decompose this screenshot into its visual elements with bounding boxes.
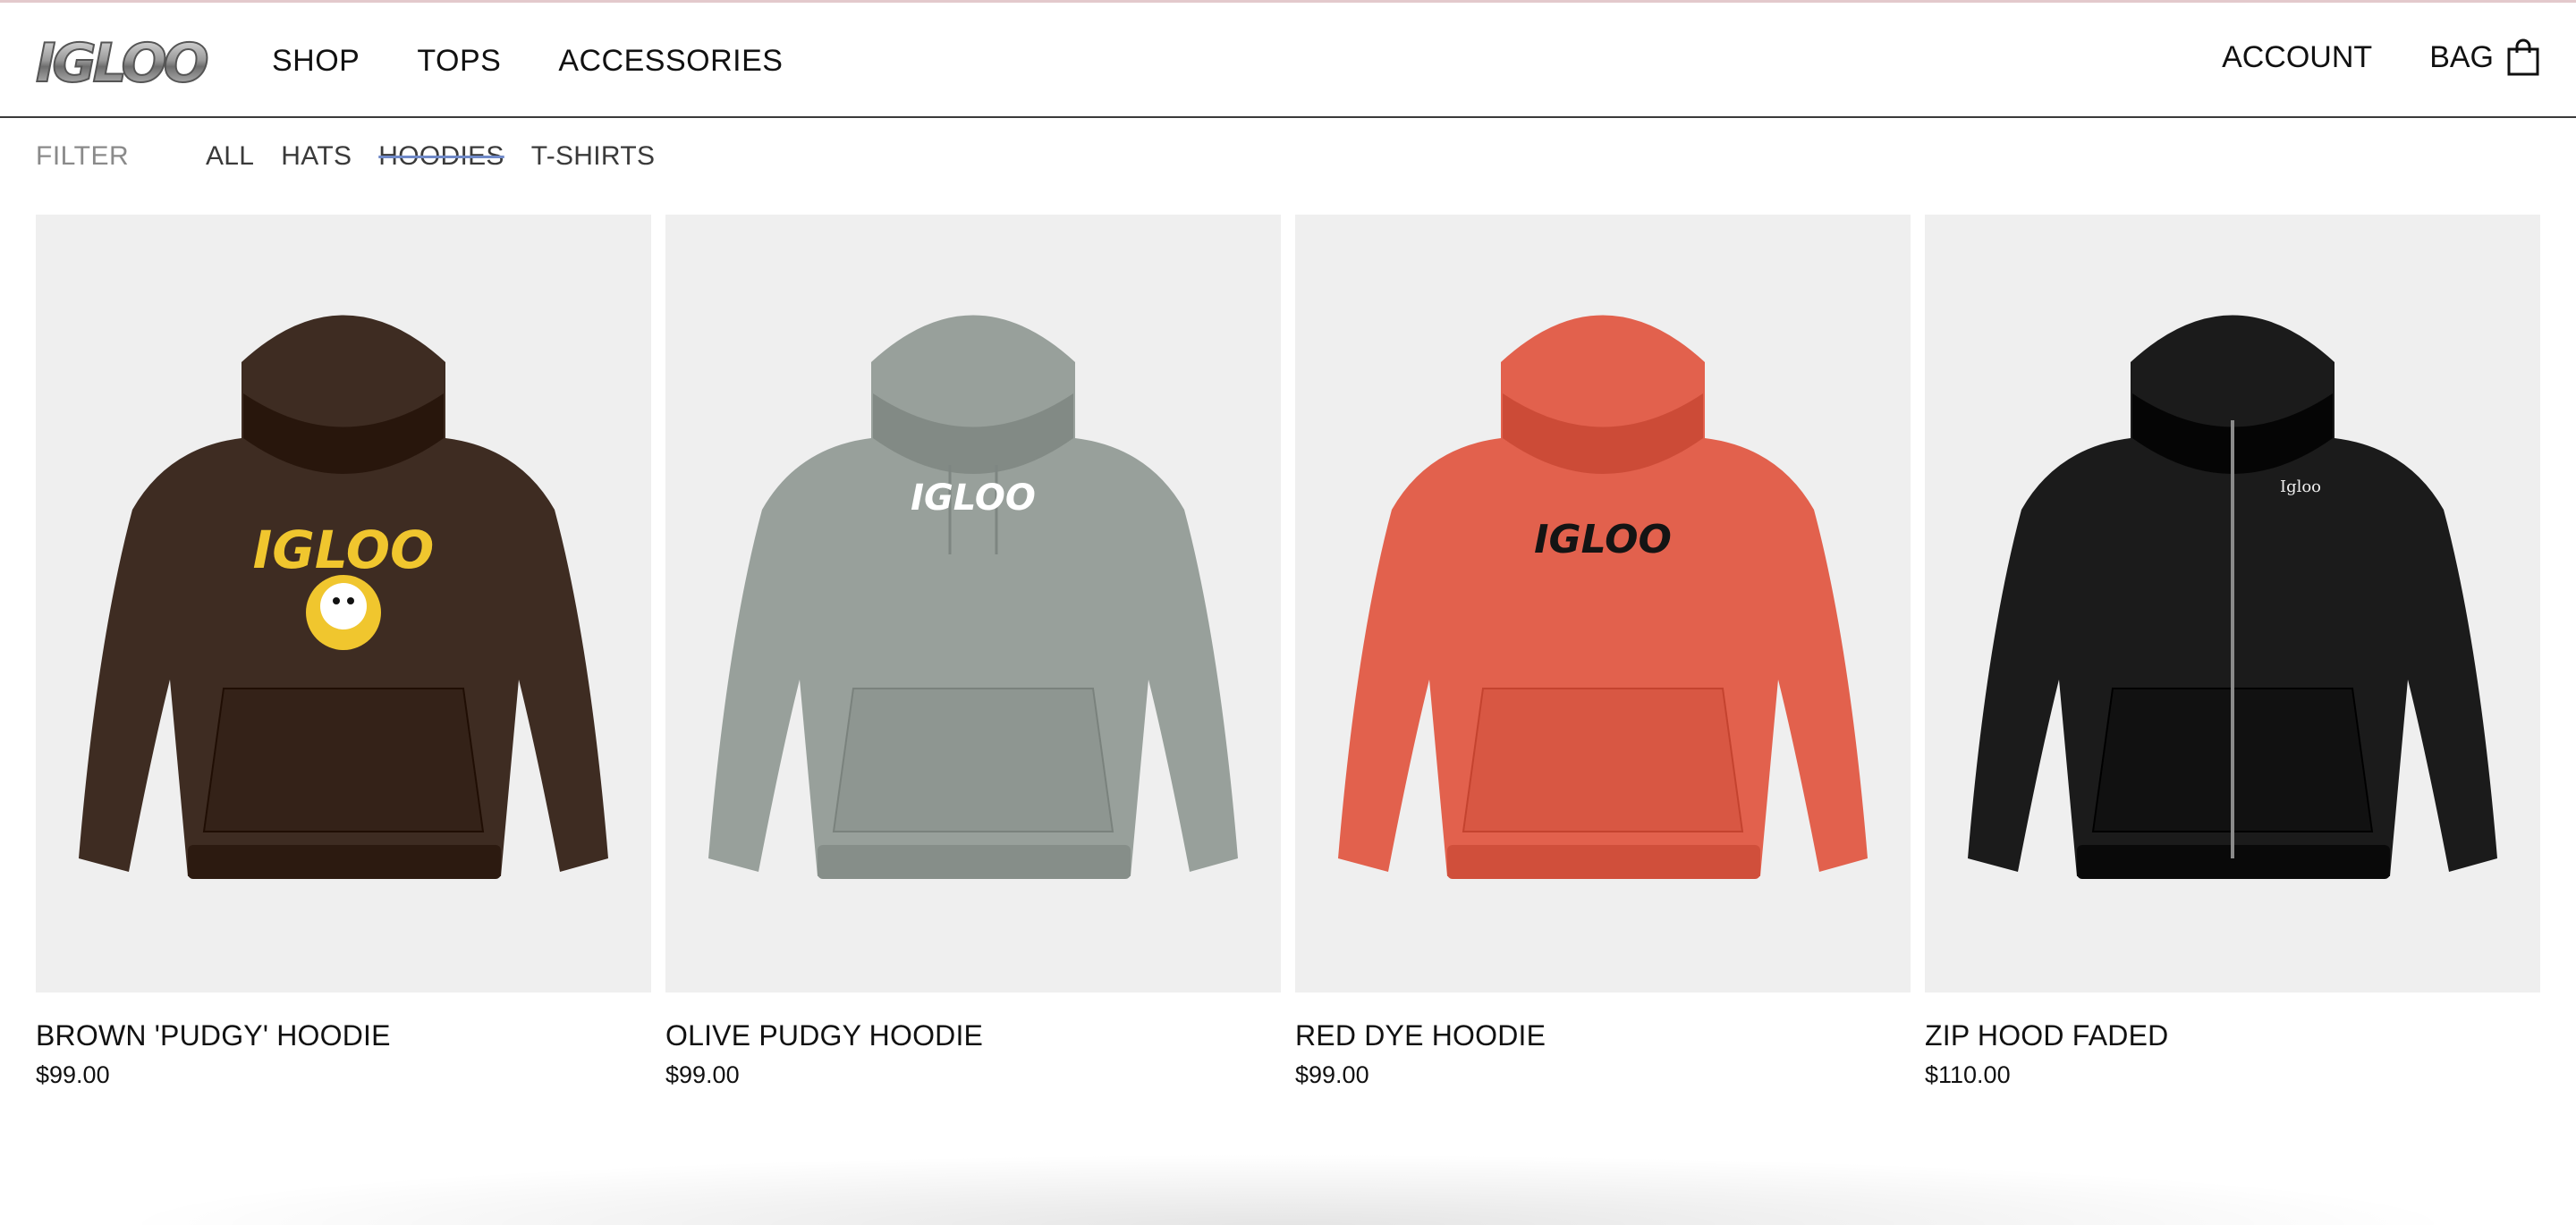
product-name[interactable]: ZIP HOOD FADED: [1925, 1019, 2540, 1052]
product-image[interactable]: Igloo: [1925, 215, 2540, 993]
product-image[interactable]: IGLOO: [1295, 215, 1911, 993]
main-nav: SHOP TOPS ACCESSORIES: [272, 44, 783, 79]
nav-tops[interactable]: TOPS: [417, 44, 501, 79]
igloo-logo[interactable]: IGLOO: [34, 30, 216, 94]
hoodie-illustration: IGLOO: [1338, 315, 1868, 879]
product-image[interactable]: IGLOO: [665, 215, 1281, 993]
filter-hoodies[interactable]: HOODIES: [378, 141, 504, 172]
graphic-text: IGLOO: [1534, 517, 1672, 562]
product-price: $99.00: [665, 1061, 740, 1088]
nav-shop[interactable]: SHOP: [272, 44, 360, 79]
svg-text:IGLOO: IGLOO: [36, 32, 208, 94]
product-price: $99.00: [36, 1061, 110, 1088]
hoodie-illustration: IGLOO: [708, 315, 1238, 879]
header-actions: ACCOUNT BAG: [2222, 38, 2540, 76]
filter-bar: FILTER ALL HATS HOODIES T-SHIRTS: [36, 141, 655, 172]
graphic-text: IGLOO: [253, 520, 435, 580]
hoodie-illustration: Igloo: [1968, 315, 2497, 879]
product-card[interactable]: IGLOO OLIVE PUDGY HOODIE $99.00: [665, 215, 1281, 1089]
account-link[interactable]: ACCOUNT: [2222, 40, 2372, 75]
filter-options: ALL HATS HOODIES T-SHIRTS: [206, 141, 655, 172]
filter-hats[interactable]: HATS: [281, 141, 352, 172]
product-price: $99.00: [1295, 1061, 1369, 1088]
bag-button[interactable]: BAG: [2429, 38, 2540, 76]
filter-label: FILTER: [36, 141, 130, 171]
filter-tshirts[interactable]: T-SHIRTS: [531, 141, 656, 172]
graphic-text: Igloo: [2280, 477, 2321, 496]
product-price: $110.00: [1925, 1061, 2011, 1088]
product-name[interactable]: OLIVE PUDGY HOODIE: [665, 1019, 1281, 1052]
product-name[interactable]: BROWN 'PUDGY' HOODIE: [36, 1019, 651, 1052]
bag-label: BAG: [2429, 39, 2494, 74]
product-card[interactable]: IGLOO RED DYE HOODIE $99.00: [1295, 215, 1911, 1089]
product-name[interactable]: RED DYE HOODIE: [1295, 1019, 1911, 1052]
graphic-text: IGLOO: [911, 477, 1036, 519]
filter-all[interactable]: ALL: [206, 141, 254, 172]
nav-accessories[interactable]: ACCESSORIES: [558, 44, 783, 79]
hoodie-illustration: IGLOO: [79, 315, 608, 879]
site-header: IGLOO SHOP TOPS ACCESSORIES ACCOUNT BAG: [0, 3, 2576, 118]
shopping-bag-icon: [2507, 38, 2539, 76]
product-grid: IGLOO BROWN 'PUDGY' HOODIE $99.00 IGLOO …: [36, 215, 2540, 1089]
product-card[interactable]: IGLOO BROWN 'PUDGY' HOODIE $99.00: [36, 215, 651, 1089]
product-card[interactable]: Igloo ZIP HOOD FADED $110.00: [1925, 215, 2540, 1089]
product-image[interactable]: IGLOO: [36, 215, 651, 993]
bottom-shadow: [107, 1153, 2469, 1225]
